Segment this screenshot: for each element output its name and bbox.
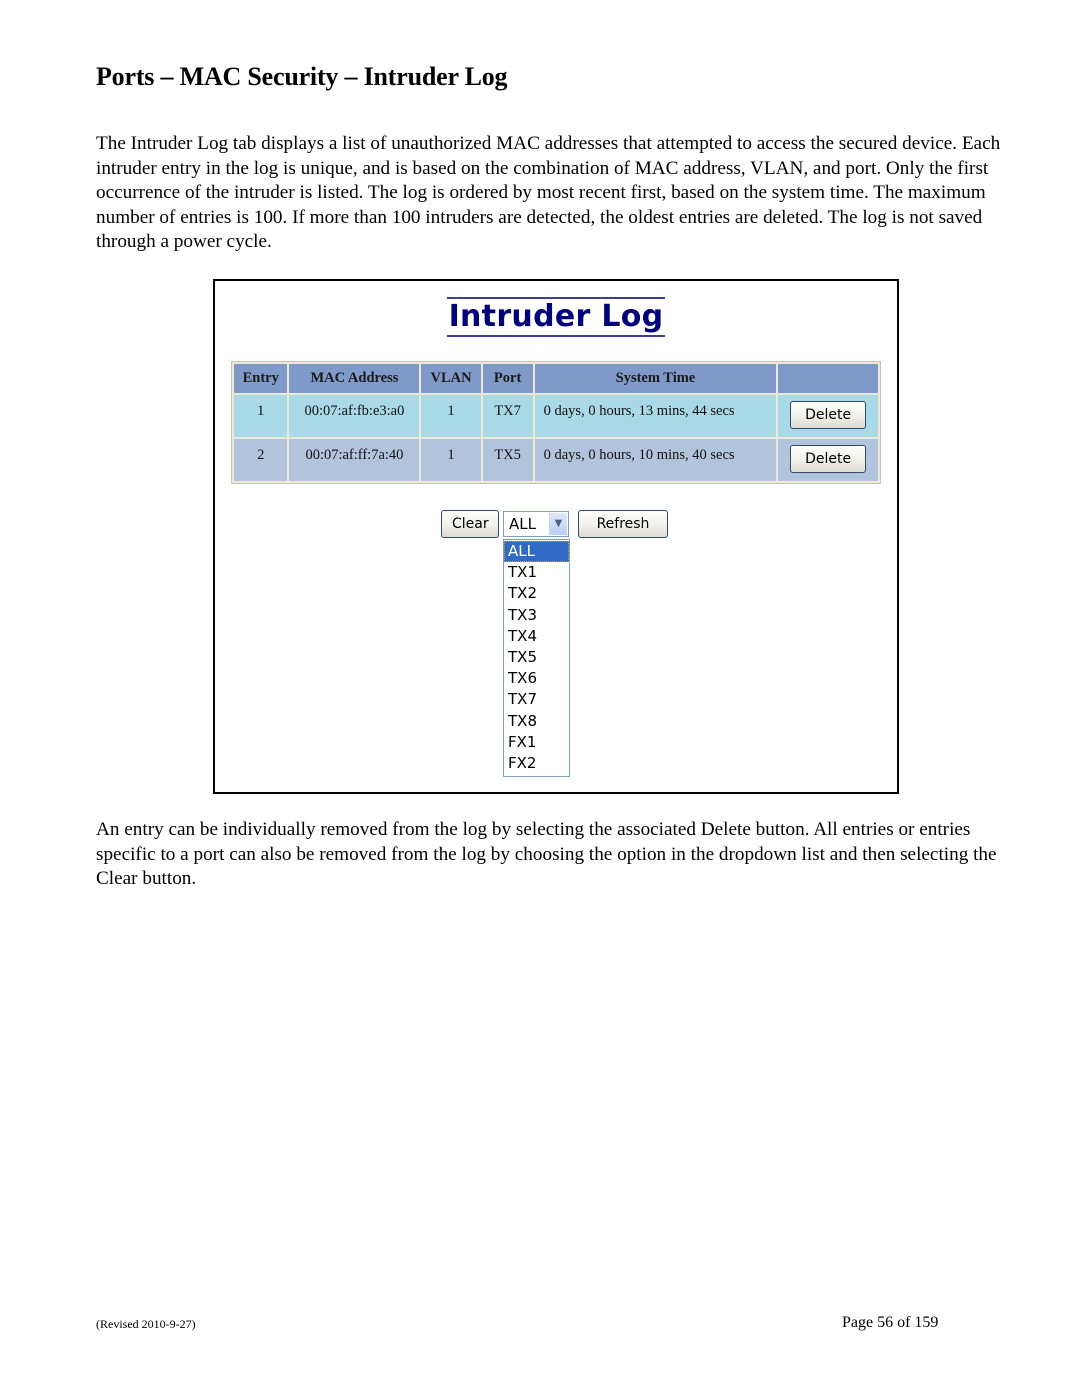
delete-button[interactable]: Delete (790, 401, 867, 429)
dropdown-option-tx3[interactable]: TX3 (504, 605, 569, 626)
header-mac-address: MAC Address (289, 364, 420, 393)
cell-entry: 2 (234, 439, 288, 481)
header-action (778, 364, 878, 393)
intruder-log-title: Intruder Log (215, 297, 897, 337)
cell-port: TX7 (482, 395, 533, 437)
port-select-value: ALL (509, 515, 536, 533)
intro-paragraph: The Intruder Log tab displays a list of … (96, 133, 1001, 252)
cell-vlan: 1 (421, 395, 481, 437)
dropdown-option-tx1[interactable]: TX1 (504, 562, 569, 583)
dropdown-option-tx2[interactable]: TX2 (504, 583, 569, 604)
intruder-log-table: Entry MAC Address VLAN Port System Time … (231, 361, 881, 484)
table-row: 1 00:07:af:fb:e3:a0 1 TX7 0 days, 0 hour… (234, 395, 878, 437)
cell-action: Delete (778, 395, 878, 437)
dropdown-option-tx7[interactable]: TX7 (504, 689, 569, 710)
cell-action: Delete (778, 439, 878, 481)
port-select[interactable]: ALL ▼ (503, 511, 569, 537)
dropdown-option-tx6[interactable]: TX6 (504, 668, 569, 689)
cell-entry: 1 (234, 395, 288, 437)
intruder-log-title-text: Intruder Log (446, 297, 666, 337)
footer-page-number: Page 56 of 159 (842, 1314, 939, 1331)
port-dropdown-list: ALL TX1 TX2 TX3 TX4 TX5 TX6 TX7 TX8 FX1 … (503, 539, 570, 778)
outro-paragraph: An entry can be individually removed fro… (96, 819, 997, 889)
dropdown-option-tx4[interactable]: TX4 (504, 626, 569, 647)
table-header-row: Entry MAC Address VLAN Port System Time (234, 364, 878, 393)
dropdown-option-tx8[interactable]: TX8 (504, 711, 569, 732)
footer-revised-date: (Revised 2010-9-27) (96, 1317, 196, 1331)
dropdown-option-fx1[interactable]: FX1 (504, 732, 569, 753)
header-entry: Entry (234, 364, 288, 393)
dropdown-option-all[interactable]: ALL (504, 541, 569, 563)
cell-mac-address: 00:07:af:ff:7a:40 (289, 439, 420, 481)
refresh-button[interactable]: Refresh (578, 510, 668, 538)
intruder-log-screenshot: Intruder Log Entry MAC Address VLAN Port… (213, 279, 899, 794)
table-row: 2 00:07:af:ff:7a:40 1 TX5 0 days, 0 hour… (234, 439, 878, 481)
header-port: Port (482, 364, 533, 393)
delete-button[interactable]: Delete (790, 445, 867, 473)
dropdown-option-tx5[interactable]: TX5 (504, 647, 569, 668)
page-title: Ports – MAC Security – Intruder Log (96, 62, 508, 91)
header-system-time: System Time (534, 364, 777, 393)
dropdown-option-fx2[interactable]: FX2 (504, 753, 569, 774)
clear-button[interactable]: Clear (441, 510, 499, 538)
header-vlan: VLAN (421, 364, 481, 393)
cell-port: TX5 (482, 439, 533, 481)
cell-system-time: 0 days, 0 hours, 10 mins, 40 secs (534, 439, 777, 481)
chevron-down-icon[interactable]: ▼ (549, 513, 567, 535)
cell-system-time: 0 days, 0 hours, 13 mins, 44 secs (534, 395, 777, 437)
cell-vlan: 1 (421, 439, 481, 481)
cell-mac-address: 00:07:af:fb:e3:a0 (289, 395, 420, 437)
